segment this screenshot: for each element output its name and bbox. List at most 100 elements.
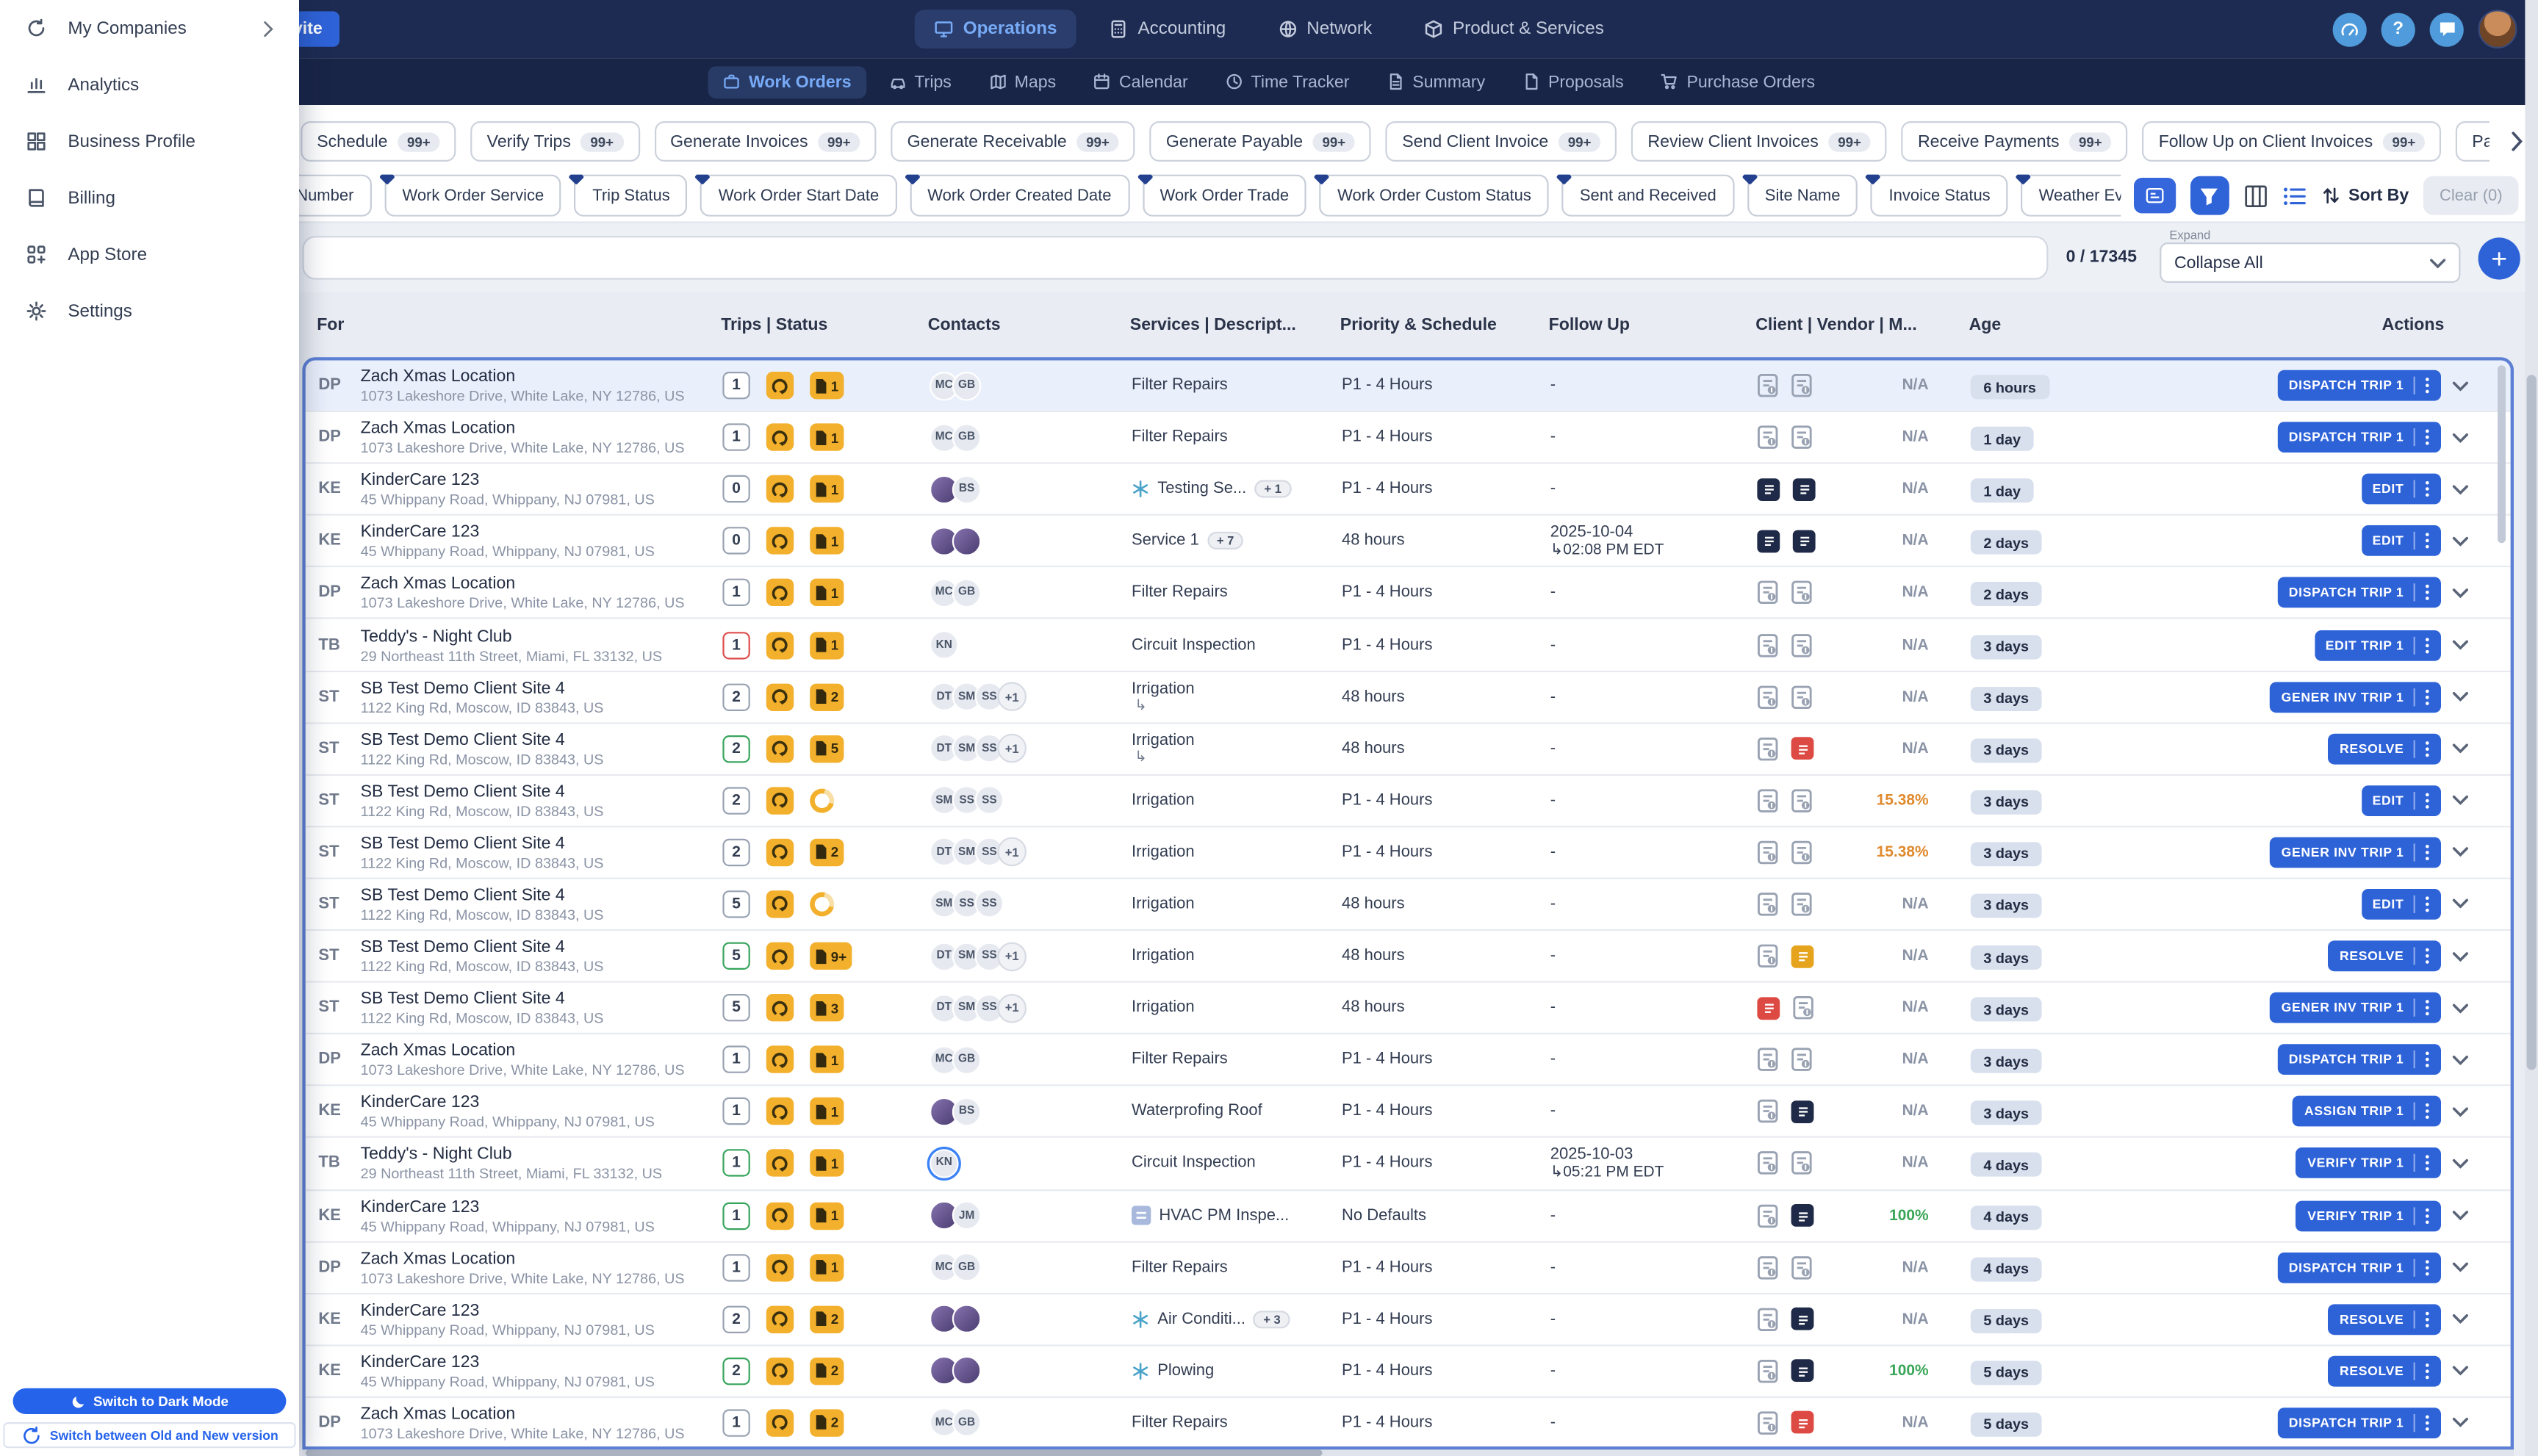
contact-avatar[interactable]: GB (952, 422, 982, 453)
contact-avatar[interactable]: GB (952, 1045, 982, 1075)
trips-count-badge[interactable]: 1 (722, 1045, 750, 1074)
row-action-button[interactable]: GENER INV TRIP 1 (2270, 681, 2441, 713)
work-order-docs-badge[interactable]: 1 (810, 1045, 844, 1074)
main-tab-operations[interactable]: Operations (914, 10, 1076, 48)
trips-count-badge[interactable]: 0 (722, 527, 750, 555)
contact-avatar[interactable]: JM (952, 1200, 982, 1230)
table-row[interactable]: DP Zach Xmas Location 1073 Lakeshore Dri… (305, 568, 2511, 620)
work-order-docs-badge[interactable]: 1 (810, 372, 844, 400)
vendor-invoice-icon[interactable] (1791, 425, 1813, 450)
vendor-invoice-icon[interactable] (1791, 737, 1814, 760)
chat-icon[interactable] (2429, 12, 2464, 46)
client-invoice-icon[interactable] (1757, 1203, 1778, 1228)
client-invoice-icon[interactable] (1757, 633, 1778, 657)
trip-status-icon[interactable] (766, 1201, 794, 1230)
drawer-item-app-store[interactable]: App Store (0, 226, 299, 283)
filter-chip-invoice-status[interactable]: Invoice Status (1871, 174, 2008, 217)
action-chip-receive-payments[interactable]: Receive Payments 99+ (1901, 121, 2128, 162)
row-expand-chevron-icon[interactable] (2452, 536, 2468, 547)
vendor-invoice-icon[interactable] (1791, 373, 1813, 397)
contact-avatar[interactable]: GB (952, 1408, 982, 1438)
table-row[interactable]: KE KinderCare 123 45 Whippany Road, Whip… (305, 1346, 2511, 1398)
table-row[interactable]: KE KinderCare 123 45 Whippany Road, Whip… (305, 1190, 2511, 1242)
row-action-button[interactable]: GENER INV TRIP 1 (2270, 992, 2441, 1023)
client-invoice-icon[interactable] (1757, 1151, 1778, 1175)
vendor-invoice-icon[interactable] (1791, 685, 1813, 709)
contact-avatar[interactable]: GB (952, 1253, 982, 1282)
site-name[interactable]: Zach Xmas Location (361, 1405, 685, 1424)
row-action-button[interactable]: EDIT (2361, 474, 2441, 505)
site-name[interactable]: KinderCare 123 (361, 1300, 655, 1319)
sub-tab-work-orders[interactable]: Work Orders (708, 65, 866, 98)
row-action-button[interactable]: RESOLVE (2328, 733, 2441, 764)
trips-count-badge[interactable]: 1 (722, 1409, 750, 1437)
column-header-follow-up[interactable]: Follow Up (1549, 315, 1756, 334)
site-name[interactable]: KinderCare 123 (361, 1197, 655, 1216)
vendor-invoice-icon[interactable] (1791, 633, 1813, 657)
row-action-button[interactable]: ASSIGN TRIP 1 (2293, 1096, 2441, 1128)
card-view-button[interactable] (2133, 178, 2176, 214)
kebab-menu-icon[interactable] (2425, 1414, 2430, 1432)
contact-avatar[interactable]: KN (930, 630, 959, 660)
site-name[interactable]: SB Test Demo Client Site 4 (361, 730, 604, 749)
client-invoice-icon[interactable] (1757, 1307, 1778, 1331)
table-row[interactable]: ST SB Test Demo Client Site 4 1122 King … (305, 775, 2511, 828)
site-name[interactable]: SB Test Demo Client Site 4 (361, 678, 604, 697)
client-invoice-icon[interactable] (1757, 996, 1780, 1020)
kebab-menu-icon[interactable] (2425, 480, 2430, 498)
services-overflow-badge[interactable]: + 1 (1254, 480, 1292, 499)
actions-overflow-chevron-icon[interactable] (2511, 131, 2524, 152)
work-order-docs-badge[interactable]: 2 (810, 1357, 844, 1385)
kebab-menu-icon[interactable] (2425, 1155, 2430, 1172)
row-expand-chevron-icon[interactable] (2452, 1262, 2468, 1272)
table-row[interactable]: DP Zach Xmas Location 1073 Lakeshore Dri… (305, 1397, 2511, 1446)
trip-status-icon[interactable] (766, 1409, 794, 1437)
trips-count-badge[interactable]: 5 (722, 890, 750, 918)
client-invoice-icon[interactable] (1757, 373, 1778, 397)
client-invoice-icon[interactable] (1757, 1048, 1778, 1072)
site-name[interactable]: SB Test Demo Client Site 4 (361, 990, 604, 1009)
kebab-menu-icon[interactable] (2425, 792, 2430, 810)
row-action-button[interactable]: RESOLVE (2328, 940, 2441, 972)
client-invoice-icon[interactable] (1757, 892, 1778, 916)
trip-status-icon[interactable] (766, 1253, 794, 1281)
row-expand-chevron-icon[interactable] (2452, 796, 2468, 806)
client-invoice-icon[interactable] (1757, 1359, 1778, 1383)
trips-count-badge[interactable]: 2 (722, 735, 750, 763)
filter-chip-work-order-created-date[interactable]: Work Order Created Date (910, 174, 1129, 217)
row-action-button[interactable]: RESOLVE (2328, 1355, 2441, 1387)
row-expand-chevron-icon[interactable] (2452, 1211, 2468, 1221)
site-name[interactable]: KinderCare 123 (361, 471, 655, 490)
kebab-menu-icon[interactable] (2425, 843, 2430, 861)
drawer-item-business-profile[interactable]: Business Profile (0, 113, 299, 170)
client-invoice-icon[interactable] (1757, 1100, 1778, 1124)
row-action-button[interactable]: RESOLVE (2328, 1303, 2441, 1335)
work-order-docs-badge[interactable]: 1 (810, 475, 844, 503)
column-header-age[interactable]: Age (1969, 315, 2193, 334)
action-chip-send-client-invoice[interactable]: Send Client Invoice 99+ (1386, 121, 1617, 162)
filter-funnel-button[interactable] (2190, 176, 2229, 215)
trip-status-icon[interactable] (766, 838, 794, 866)
client-invoice-icon[interactable] (1757, 1410, 1778, 1435)
add-work-order-button[interactable]: + (2478, 237, 2520, 280)
work-order-docs-badge[interactable]: 1 (810, 1201, 844, 1230)
vendor-invoice-icon[interactable] (1792, 530, 1816, 553)
contact-avatar[interactable]: SS (974, 785, 1004, 815)
work-order-docs-badge[interactable]: 2 (810, 1305, 844, 1333)
trip-status-icon[interactable] (766, 527, 794, 555)
trip-status-icon[interactable] (766, 579, 794, 607)
kebab-menu-icon[interactable] (2425, 740, 2430, 757)
gauge-icon[interactable] (2332, 12, 2367, 46)
trips-count-badge[interactable]: 2 (722, 1305, 750, 1333)
action-chip-generate-invoices[interactable]: Generate Invoices 99+ (654, 121, 877, 162)
kebab-menu-icon[interactable] (2425, 947, 2430, 965)
table-row[interactable]: KE KinderCare 123 45 Whippany Road, Whip… (305, 1294, 2511, 1347)
row-expand-chevron-icon[interactable] (2452, 433, 2468, 443)
main-tab-network[interactable]: Network (1258, 10, 1391, 48)
collapse-all-select[interactable]: Collapse All (2160, 242, 2461, 283)
table-row[interactable]: ST SB Test Demo Client Site 4 1122 King … (305, 931, 2511, 983)
contacts-overflow-badge[interactable]: +1 (997, 837, 1027, 868)
trip-status-icon[interactable] (766, 786, 794, 815)
client-invoice-icon[interactable] (1757, 477, 1780, 501)
vendor-invoice-icon[interactable] (1791, 1151, 1813, 1175)
